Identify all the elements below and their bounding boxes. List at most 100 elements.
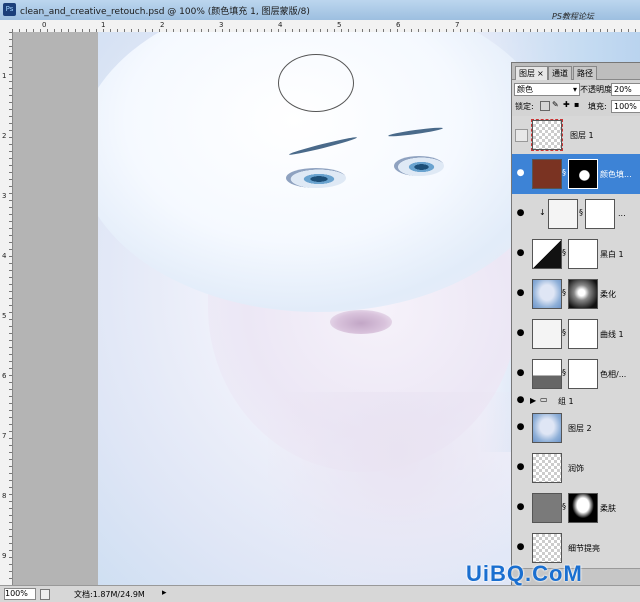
ruler-label: 4 <box>2 252 7 260</box>
chevron-right-icon[interactable]: ▸ <box>162 588 167 598</box>
link-icon[interactable]: § <box>562 502 566 511</box>
blend-row: 颜色 ▾ 不透明度: 20% <box>512 82 640 96</box>
layer-name: 润饰 <box>568 464 584 473</box>
eye-icon[interactable]: ● <box>515 328 526 339</box>
link-icon[interactable]: § <box>562 248 566 257</box>
tab-label: 路径 <box>577 69 593 78</box>
opacity-label: 不透明度: <box>580 85 615 94</box>
lock-pixels-icon[interactable]: ✎ <box>552 101 560 109</box>
layer-row[interactable]: ● § 曲线 1 <box>512 314 640 355</box>
link-icon[interactable]: § <box>579 208 583 217</box>
layer-name: 细节提亮 <box>568 544 600 553</box>
panel-tabs: 图层 × 通道 路径 <box>512 63 640 80</box>
layer-name: 颜色填... <box>600 170 632 179</box>
layer-row[interactable]: ● § 色相/... <box>512 354 640 395</box>
eye-icon[interactable]: ● <box>515 208 526 219</box>
layer-thumbnail <box>532 279 562 309</box>
layer-group-row[interactable]: ● ▶ ▭ 组 1 <box>512 394 640 409</box>
layer-mask-thumbnail[interactable] <box>568 319 598 349</box>
pasteboard[interactable] <box>13 32 98 585</box>
eye-icon[interactable]: ● <box>515 502 526 513</box>
layer-thumbnail <box>532 493 562 523</box>
status-bar: 100% 文档:1.87M/24.9M ▸ <box>0 585 640 602</box>
layer-row[interactable]: ● § 黑白 1 <box>512 234 640 275</box>
layer-thumbnail <box>531 119 563 151</box>
ruler-label: 3 <box>219 21 224 29</box>
site-logo: UiBQ.CoM <box>466 561 583 586</box>
layer-name: 组 1 <box>558 397 574 406</box>
blend-mode-value: 颜色 <box>517 85 533 94</box>
layer-row[interactable]: ● § 颜色填... <box>512 154 640 195</box>
layer-mask-thumbnail[interactable] <box>568 159 598 189</box>
layer-row[interactable]: ● § 柔化 <box>512 274 640 315</box>
fill-field[interactable]: 100% <box>611 100 640 113</box>
vertical-ruler[interactable]: 1 2 3 4 5 6 7 8 9 <box>0 32 13 585</box>
link-icon[interactable]: § <box>562 328 566 337</box>
layer-mask-thumbnail[interactable] <box>585 199 615 229</box>
blend-mode-select[interactable]: 颜色 ▾ <box>514 83 580 96</box>
ruler-label: 3 <box>2 192 7 200</box>
layer-thumbnail <box>532 453 562 483</box>
lock-row: 锁定: ✎ ✚ ▪ 填充: 100% <box>512 99 640 113</box>
layer-name: 黑白 1 <box>600 250 624 259</box>
layer-thumbnail <box>532 533 562 563</box>
layers-panel: 图层 × 通道 路径 颜色 ▾ 不透明度: 20% 锁定: ✎ ✚ ▪ 填充: 1… <box>511 62 640 586</box>
lock-all-icon[interactable]: ▪ <box>574 101 582 109</box>
opacity-field[interactable]: 20% <box>611 83 640 96</box>
right-eye <box>394 156 444 176</box>
ruler-label: 8 <box>2 492 7 500</box>
document-info: 文档:1.87M/24.9M <box>74 590 145 599</box>
brush-cursor <box>278 54 354 112</box>
eye-icon[interactable]: ● <box>515 248 526 259</box>
layer-row[interactable]: ● § 柔肤 <box>512 488 640 529</box>
window-title: clean_and_creative_retouch.psd @ 100% (颜… <box>20 7 310 17</box>
tab-paths[interactable]: 路径 <box>573 66 597 80</box>
layer-row[interactable]: ● ↓ § ... <box>512 194 640 235</box>
ruler-label: 2 <box>160 21 165 29</box>
ruler-label: 0 <box>42 21 47 29</box>
ruler-label: 1 <box>101 21 106 29</box>
tab-layers[interactable]: 图层 × <box>515 66 548 80</box>
link-icon[interactable]: § <box>562 288 566 297</box>
clip-arrow-icon: ↓ <box>539 208 546 217</box>
chevron-down-icon: ▾ <box>572 85 577 94</box>
link-icon[interactable]: § <box>562 368 566 377</box>
photoshop-icon: Ps <box>3 3 16 16</box>
ruler-label: 1 <box>2 72 7 80</box>
status-nav-icon[interactable] <box>40 589 50 600</box>
ruler-label: 7 <box>2 432 7 440</box>
eye-icon[interactable]: ● <box>515 368 526 379</box>
lock-transparency-icon[interactable] <box>540 101 550 111</box>
layer-mask-thumbnail[interactable] <box>568 239 598 269</box>
tab-label: 图层 <box>519 69 535 78</box>
layer-row[interactable]: 图层 1 <box>512 116 640 155</box>
visibility-toggle[interactable] <box>515 129 528 142</box>
tab-channels[interactable]: 通道 <box>548 66 572 80</box>
tab-label: 通道 <box>552 69 568 78</box>
link-icon[interactable]: § <box>562 168 566 177</box>
eye-icon[interactable]: ● <box>515 168 526 179</box>
layer-row[interactable]: ● 润饰 <box>512 448 640 489</box>
lock-position-icon[interactable]: ✚ <box>563 101 571 109</box>
portrait-lips <box>330 310 392 334</box>
ruler-label: 5 <box>2 312 7 320</box>
title-bar: Ps clean_and_creative_retouch.psd @ 100%… <box>0 0 640 31</box>
layer-mask-thumbnail[interactable] <box>568 359 598 389</box>
layer-name: 图层 2 <box>568 424 592 433</box>
layer-row[interactable]: ● 图层 2 <box>512 408 640 449</box>
ruler-label: 6 <box>2 372 7 380</box>
eye-icon[interactable]: ● <box>515 288 526 299</box>
eye-icon[interactable]: ● <box>515 422 526 433</box>
eye-icon[interactable]: ● <box>515 542 526 553</box>
layer-name: 柔化 <box>600 290 616 299</box>
layer-name: ... <box>618 209 626 218</box>
eye-icon[interactable]: ● <box>515 462 526 473</box>
eye-icon[interactable]: ● <box>515 395 526 406</box>
layer-name: 图层 1 <box>570 131 594 140</box>
ruler-label: 7 <box>455 21 460 29</box>
layer-mask-thumbnail[interactable] <box>568 493 598 523</box>
zoom-field[interactable]: 100% <box>4 588 36 600</box>
expand-arrow-icon[interactable]: ▶ <box>530 396 536 405</box>
layer-mask-thumbnail[interactable] <box>568 279 598 309</box>
close-icon[interactable]: × <box>537 69 544 78</box>
